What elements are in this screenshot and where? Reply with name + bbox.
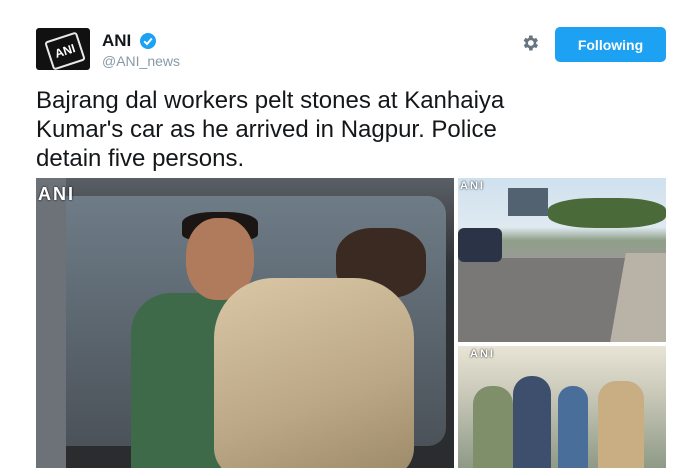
person xyxy=(558,386,588,468)
car-seat xyxy=(214,278,414,468)
trees xyxy=(548,198,666,228)
tweet-text-line: detain five persons. xyxy=(36,145,245,172)
person xyxy=(513,376,551,468)
account-avatar[interactable]: ANI xyxy=(36,28,90,70)
billboard xyxy=(508,188,548,216)
car-pillar xyxy=(36,178,66,468)
watermark: ANI xyxy=(38,184,75,204)
tweet-text-line: Bajrang dal workers pelt stones at Kanha… xyxy=(36,87,505,114)
person xyxy=(473,386,513,468)
main-photo[interactable]: ANI xyxy=(36,178,454,468)
gear-icon[interactable] xyxy=(520,33,540,53)
tweet-text-line: Kumar's car as he arrived in Nagpur. Pol… xyxy=(36,116,497,143)
watermark: ANI xyxy=(470,348,495,360)
ani-logo: ANI xyxy=(44,31,86,70)
street-photo[interactable]: ANI xyxy=(458,178,666,342)
verified-badge-icon xyxy=(140,33,156,49)
police-officer xyxy=(598,381,644,468)
account-name[interactable]: ANI xyxy=(102,31,131,51)
media-grid: ANI ANI ANI xyxy=(36,178,666,468)
watermark: ANI xyxy=(460,180,485,192)
following-button[interactable]: Following xyxy=(555,27,666,62)
detention-photo[interactable]: ANI xyxy=(458,346,666,468)
tweet-text: Bajrang dal workers pelt stones at Kanha… xyxy=(36,86,656,173)
account-handle[interactable]: @ANI_news xyxy=(102,53,180,69)
blue-car xyxy=(458,228,502,262)
